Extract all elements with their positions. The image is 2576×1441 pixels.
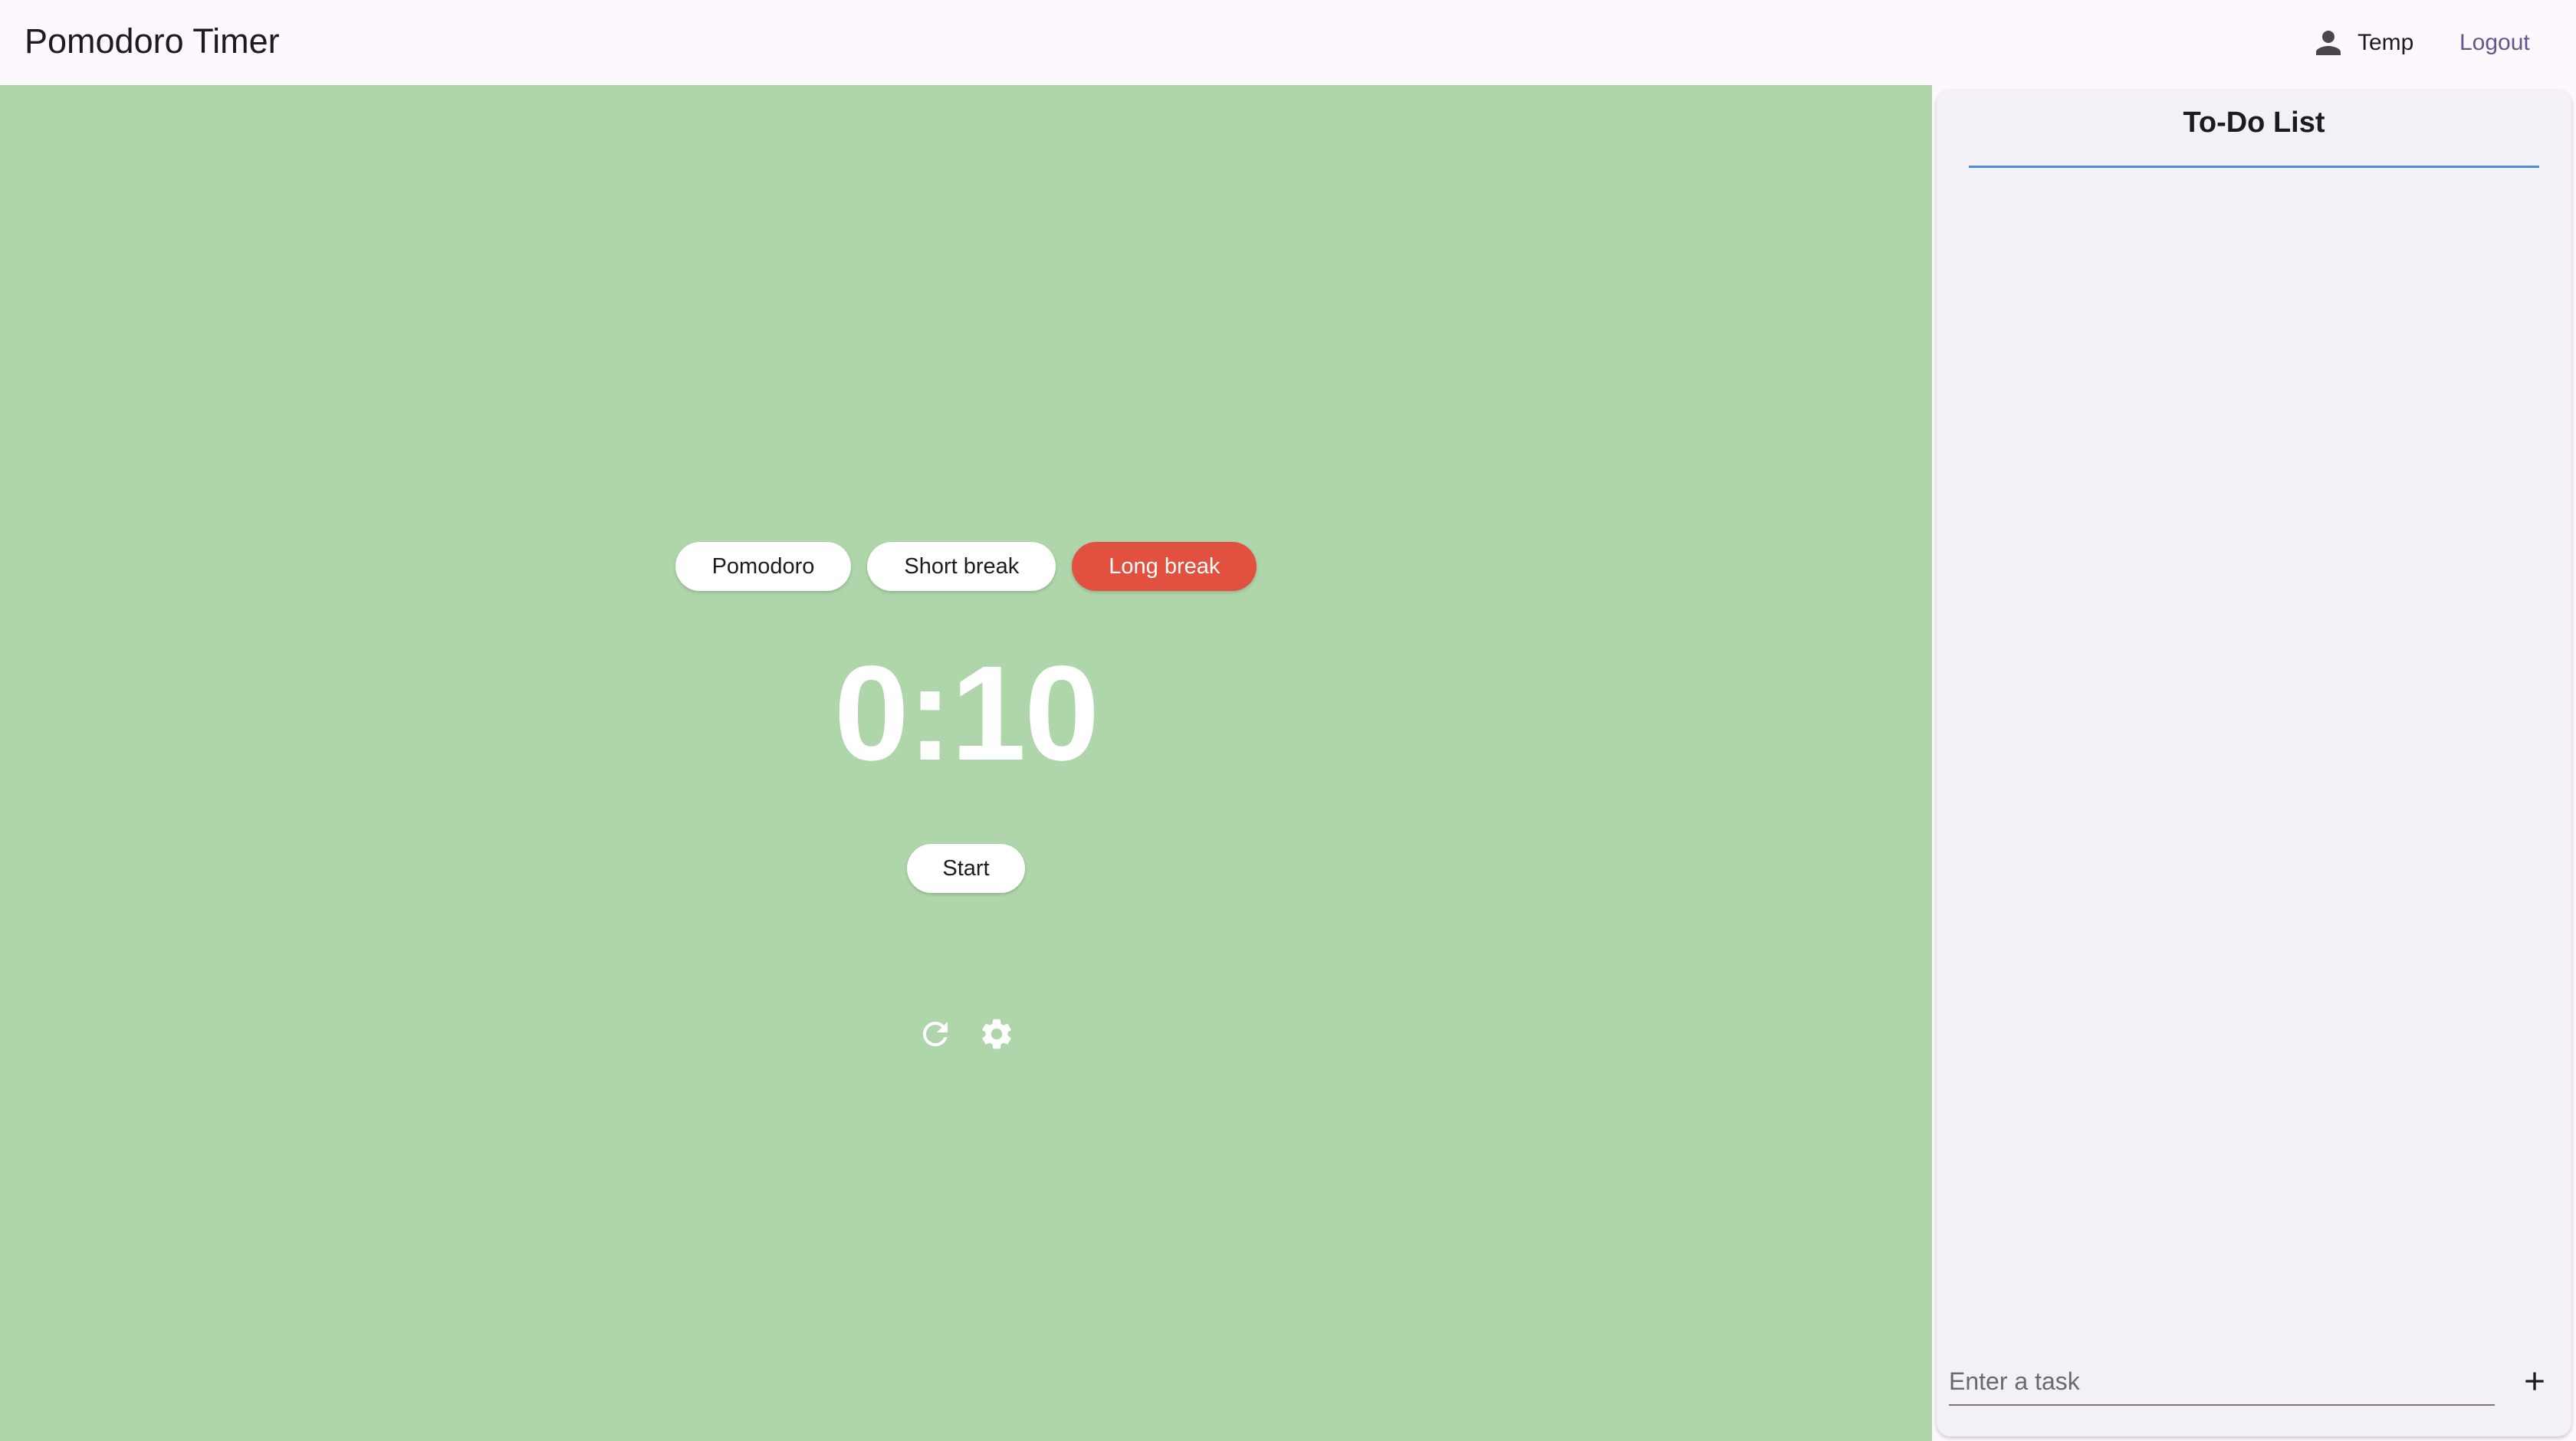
timer-controls	[0, 1016, 1932, 1052]
app-root: Pomodoro Timer Temp Logout Pomodoro Shor…	[0, 0, 2576, 1441]
todo-title: To-Do List	[2183, 107, 2325, 139]
todo-title-divider	[1969, 166, 2539, 168]
user-info: Temp	[2310, 25, 2413, 61]
person-icon	[2310, 25, 2347, 61]
start-row: Start	[0, 844, 1932, 893]
user-name: Temp	[2358, 30, 2414, 55]
mode-selector: Pomodoro Short break Long break	[0, 542, 1932, 591]
long-break-mode-button[interactable]: Long break	[1072, 542, 1257, 591]
time-display: 0:10	[833, 638, 1099, 789]
task-input[interactable]	[1949, 1358, 2495, 1406]
pomodoro-mode-button[interactable]: Pomodoro	[675, 542, 852, 591]
todo-panel: To-Do List	[1937, 90, 2571, 1436]
logout-button[interactable]: Logout	[2438, 18, 2551, 67]
start-button[interactable]: Start	[907, 844, 1025, 893]
timer-area: Pomodoro Short break Long break 0:10 Sta…	[0, 85, 1932, 1441]
app-bar: Pomodoro Timer Temp Logout	[0, 0, 2576, 85]
short-break-mode-button[interactable]: Short break	[867, 542, 1056, 591]
refresh-icon[interactable]	[917, 1016, 954, 1052]
gear-icon[interactable]	[978, 1016, 1015, 1052]
plus-icon[interactable]	[2513, 1360, 2556, 1403]
todo-list	[1969, 175, 2539, 1324]
app-title: Pomodoro Timer	[25, 21, 280, 61]
